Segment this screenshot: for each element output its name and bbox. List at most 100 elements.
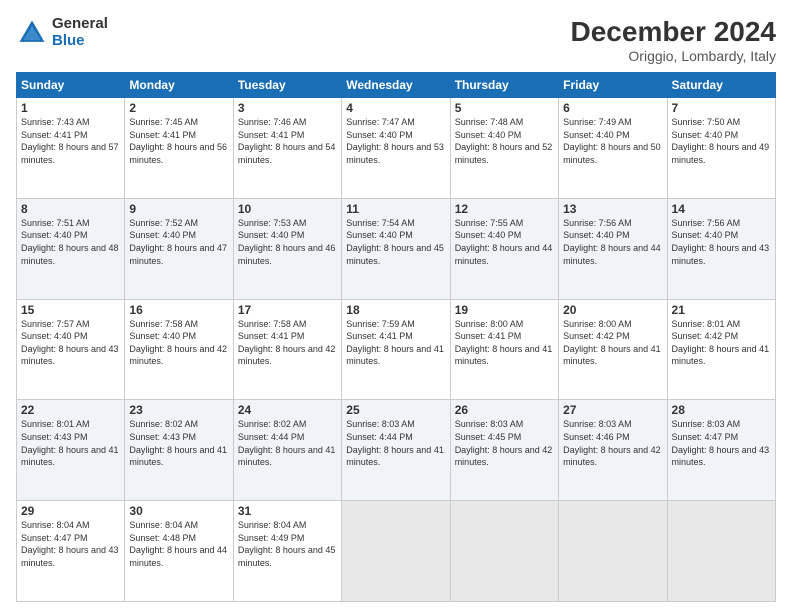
day-info: Sunrise: 8:02 AM Sunset: 4:43 PM Dayligh… bbox=[129, 418, 228, 468]
header-thursday: Thursday bbox=[450, 73, 558, 98]
calendar-cell bbox=[342, 501, 450, 602]
sunrise-label: Sunrise: 7:45 AM bbox=[129, 117, 198, 127]
sunrise-label: Sunrise: 8:04 AM bbox=[21, 520, 90, 530]
sunrise-label: Sunrise: 8:03 AM bbox=[346, 419, 415, 429]
calendar-cell: 30 Sunrise: 8:04 AM Sunset: 4:48 PM Dayl… bbox=[125, 501, 233, 602]
day-info: Sunrise: 7:58 AM Sunset: 4:40 PM Dayligh… bbox=[129, 318, 228, 368]
sunset-label: Sunset: 4:40 PM bbox=[563, 230, 630, 240]
sunrise-label: Sunrise: 7:58 AM bbox=[238, 319, 307, 329]
calendar-week-2: 15 Sunrise: 7:57 AM Sunset: 4:40 PM Dayl… bbox=[17, 299, 776, 400]
sunrise-label: Sunrise: 7:52 AM bbox=[129, 218, 198, 228]
sunrise-label: Sunrise: 7:50 AM bbox=[672, 117, 741, 127]
sunrise-label: Sunrise: 7:54 AM bbox=[346, 218, 415, 228]
sunset-label: Sunset: 4:40 PM bbox=[672, 230, 739, 240]
day-number: 15 bbox=[21, 303, 120, 317]
sunset-label: Sunset: 4:40 PM bbox=[672, 130, 739, 140]
calendar-cell bbox=[559, 501, 667, 602]
header-friday: Friday bbox=[559, 73, 667, 98]
daylight-label: Daylight: 8 hours and 43 minutes. bbox=[21, 545, 119, 568]
sunrise-label: Sunrise: 7:58 AM bbox=[129, 319, 198, 329]
day-number: 23 bbox=[129, 403, 228, 417]
calendar-cell: 27 Sunrise: 8:03 AM Sunset: 4:46 PM Dayl… bbox=[559, 400, 667, 501]
day-number: 12 bbox=[455, 202, 554, 216]
day-info: Sunrise: 8:00 AM Sunset: 4:42 PM Dayligh… bbox=[563, 318, 662, 368]
calendar-week-4: 29 Sunrise: 8:04 AM Sunset: 4:47 PM Dayl… bbox=[17, 501, 776, 602]
header-monday: Monday bbox=[125, 73, 233, 98]
sunset-label: Sunset: 4:46 PM bbox=[563, 432, 630, 442]
daylight-label: Daylight: 8 hours and 54 minutes. bbox=[238, 142, 336, 165]
calendar: Sunday Monday Tuesday Wednesday Thursday… bbox=[16, 72, 776, 602]
sunrise-label: Sunrise: 7:43 AM bbox=[21, 117, 90, 127]
daylight-label: Daylight: 8 hours and 46 minutes. bbox=[238, 243, 336, 266]
day-number: 16 bbox=[129, 303, 228, 317]
sunset-label: Sunset: 4:41 PM bbox=[238, 130, 305, 140]
daylight-label: Daylight: 8 hours and 45 minutes. bbox=[346, 243, 444, 266]
day-info: Sunrise: 8:03 AM Sunset: 4:47 PM Dayligh… bbox=[672, 418, 771, 468]
calendar-cell: 21 Sunrise: 8:01 AM Sunset: 4:42 PM Dayl… bbox=[667, 299, 775, 400]
header-tuesday: Tuesday bbox=[233, 73, 341, 98]
day-info: Sunrise: 7:48 AM Sunset: 4:40 PM Dayligh… bbox=[455, 116, 554, 166]
day-info: Sunrise: 8:00 AM Sunset: 4:41 PM Dayligh… bbox=[455, 318, 554, 368]
daylight-label: Daylight: 8 hours and 42 minutes. bbox=[455, 445, 553, 468]
day-info: Sunrise: 7:56 AM Sunset: 4:40 PM Dayligh… bbox=[563, 217, 662, 267]
day-info: Sunrise: 7:45 AM Sunset: 4:41 PM Dayligh… bbox=[129, 116, 228, 166]
calendar-cell: 16 Sunrise: 7:58 AM Sunset: 4:40 PM Dayl… bbox=[125, 299, 233, 400]
daylight-label: Daylight: 8 hours and 43 minutes. bbox=[672, 243, 770, 266]
day-info: Sunrise: 7:46 AM Sunset: 4:41 PM Dayligh… bbox=[238, 116, 337, 166]
calendar-cell: 4 Sunrise: 7:47 AM Sunset: 4:40 PM Dayli… bbox=[342, 98, 450, 199]
calendar-cell: 23 Sunrise: 8:02 AM Sunset: 4:43 PM Dayl… bbox=[125, 400, 233, 501]
day-number: 11 bbox=[346, 202, 445, 216]
calendar-cell: 19 Sunrise: 8:00 AM Sunset: 4:41 PM Dayl… bbox=[450, 299, 558, 400]
sunset-label: Sunset: 4:40 PM bbox=[21, 331, 88, 341]
day-number: 30 bbox=[129, 504, 228, 518]
day-info: Sunrise: 7:56 AM Sunset: 4:40 PM Dayligh… bbox=[672, 217, 771, 267]
day-number: 5 bbox=[455, 101, 554, 115]
day-number: 17 bbox=[238, 303, 337, 317]
sunrise-label: Sunrise: 8:02 AM bbox=[129, 419, 198, 429]
sunrise-label: Sunrise: 7:47 AM bbox=[346, 117, 415, 127]
day-info: Sunrise: 7:58 AM Sunset: 4:41 PM Dayligh… bbox=[238, 318, 337, 368]
sunset-label: Sunset: 4:41 PM bbox=[238, 331, 305, 341]
daylight-label: Daylight: 8 hours and 43 minutes. bbox=[672, 445, 770, 468]
title-location: Origgio, Lombardy, Italy bbox=[571, 48, 776, 64]
daylight-label: Daylight: 8 hours and 44 minutes. bbox=[129, 545, 227, 568]
sunset-label: Sunset: 4:40 PM bbox=[129, 230, 196, 240]
header-saturday: Saturday bbox=[667, 73, 775, 98]
day-number: 9 bbox=[129, 202, 228, 216]
sunrise-label: Sunrise: 7:53 AM bbox=[238, 218, 307, 228]
day-number: 28 bbox=[672, 403, 771, 417]
day-info: Sunrise: 7:54 AM Sunset: 4:40 PM Dayligh… bbox=[346, 217, 445, 267]
sunset-label: Sunset: 4:40 PM bbox=[455, 130, 522, 140]
calendar-cell: 2 Sunrise: 7:45 AM Sunset: 4:41 PM Dayli… bbox=[125, 98, 233, 199]
day-number: 13 bbox=[563, 202, 662, 216]
daylight-label: Daylight: 8 hours and 44 minutes. bbox=[563, 243, 661, 266]
sunrise-label: Sunrise: 8:04 AM bbox=[129, 520, 198, 530]
daylight-label: Daylight: 8 hours and 41 minutes. bbox=[238, 445, 336, 468]
sunrise-label: Sunrise: 7:56 AM bbox=[672, 218, 741, 228]
daylight-label: Daylight: 8 hours and 42 minutes. bbox=[129, 344, 227, 367]
sunset-label: Sunset: 4:43 PM bbox=[129, 432, 196, 442]
calendar-cell: 24 Sunrise: 8:02 AM Sunset: 4:44 PM Dayl… bbox=[233, 400, 341, 501]
day-number: 27 bbox=[563, 403, 662, 417]
day-number: 25 bbox=[346, 403, 445, 417]
sunset-label: Sunset: 4:40 PM bbox=[346, 230, 413, 240]
day-number: 31 bbox=[238, 504, 337, 518]
day-info: Sunrise: 8:04 AM Sunset: 4:48 PM Dayligh… bbox=[129, 519, 228, 569]
day-info: Sunrise: 7:50 AM Sunset: 4:40 PM Dayligh… bbox=[672, 116, 771, 166]
day-info: Sunrise: 8:03 AM Sunset: 4:45 PM Dayligh… bbox=[455, 418, 554, 468]
calendar-cell: 22 Sunrise: 8:01 AM Sunset: 4:43 PM Dayl… bbox=[17, 400, 125, 501]
day-number: 18 bbox=[346, 303, 445, 317]
daylight-label: Daylight: 8 hours and 53 minutes. bbox=[346, 142, 444, 165]
calendar-cell: 25 Sunrise: 8:03 AM Sunset: 4:44 PM Dayl… bbox=[342, 400, 450, 501]
day-info: Sunrise: 7:53 AM Sunset: 4:40 PM Dayligh… bbox=[238, 217, 337, 267]
logo-blue: Blue bbox=[52, 33, 108, 50]
calendar-cell bbox=[667, 501, 775, 602]
calendar-cell: 20 Sunrise: 8:00 AM Sunset: 4:42 PM Dayl… bbox=[559, 299, 667, 400]
header: General Blue December 2024 Origgio, Lomb… bbox=[16, 16, 776, 64]
daylight-label: Daylight: 8 hours and 44 minutes. bbox=[455, 243, 553, 266]
calendar-cell: 8 Sunrise: 7:51 AM Sunset: 4:40 PM Dayli… bbox=[17, 198, 125, 299]
sunset-label: Sunset: 4:41 PM bbox=[346, 331, 413, 341]
calendar-cell: 5 Sunrise: 7:48 AM Sunset: 4:40 PM Dayli… bbox=[450, 98, 558, 199]
day-info: Sunrise: 8:04 AM Sunset: 4:47 PM Dayligh… bbox=[21, 519, 120, 569]
day-number: 21 bbox=[672, 303, 771, 317]
